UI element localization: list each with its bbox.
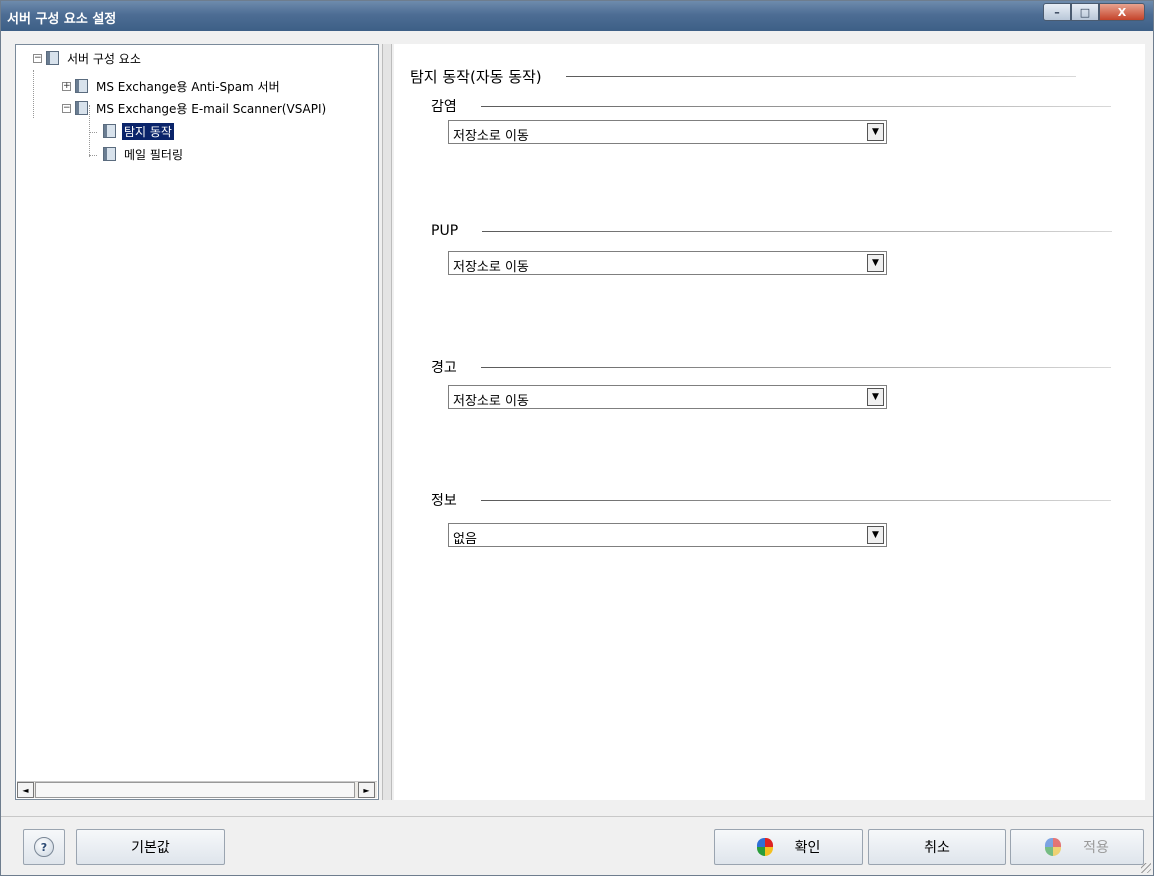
help-icon: ? — [34, 837, 54, 857]
group-label: 경고 — [431, 360, 457, 376]
group-divider — [480, 499, 1111, 501]
group-label: PUP — [431, 223, 459, 239]
settings-dialog: 서버 구성 요소 설정 – □ X − 서버 구성 요소 + MS Exchan… — [0, 0, 1154, 876]
cancel-button[interactable]: 취소 — [868, 829, 1006, 865]
close-icon: X — [1117, 5, 1127, 19]
section-divider — [565, 76, 1076, 77]
maximize-icon: □ — [1079, 5, 1091, 19]
group-label: 정보 — [431, 493, 457, 509]
component-icon — [103, 147, 116, 161]
component-icon — [103, 124, 116, 138]
tree-item-label: MS Exchange용 E-mail Scanner(VSAPI) — [96, 101, 327, 116]
group-header-infection: 감염 — [431, 96, 1111, 116]
tree-item-label: MS Exchange용 Anti-Spam 서버 — [96, 79, 280, 94]
tree-item-anti-spam[interactable]: + MS Exchange용 Anti-Spam 서버 — [62, 77, 282, 95]
tree-item-email-scanner[interactable]: − MS Exchange용 E-mail Scanner(VSAPI) — [62, 99, 328, 117]
scroll-left-button[interactable]: ◄ — [17, 782, 34, 798]
warning-action-dropdown[interactable]: 저장소로 이동 ▼ — [448, 385, 887, 409]
collapse-icon[interactable]: − — [33, 53, 42, 63]
scroll-right-button[interactable]: ► — [358, 782, 375, 798]
pup-action-dropdown[interactable]: 저장소로 이동 ▼ — [448, 251, 887, 275]
resize-grip-icon[interactable] — [1141, 863, 1151, 873]
ok-button[interactable]: 확인 — [714, 829, 863, 865]
footer-divider — [1, 816, 1153, 817]
button-label: 확인 — [794, 840, 821, 856]
button-label: 적용 — [1083, 840, 1109, 856]
button-label: 기본값 — [131, 840, 170, 856]
window-title: 서버 구성 요소 설정 — [7, 12, 117, 27]
component-tree-panel: − 서버 구성 요소 + MS Exchange용 Anti-Spam 서버 −… — [15, 44, 379, 800]
button-label: 취소 — [924, 840, 950, 856]
component-icon — [75, 79, 88, 93]
component-icon — [46, 51, 59, 65]
group-header-pup: PUP — [431, 223, 1113, 239]
chevron-down-icon[interactable]: ▼ — [867, 254, 884, 272]
tree-connector — [89, 132, 97, 133]
shield-icon — [1045, 838, 1062, 856]
tree-item-mail-filtering[interactable]: 메일 필터링 — [103, 145, 185, 163]
minimize-button[interactable]: – — [1043, 3, 1071, 21]
tree-item-label: 메일 필터링 — [124, 147, 184, 162]
minimize-icon: – — [1054, 5, 1060, 19]
close-button[interactable]: X — [1099, 3, 1145, 21]
default-button[interactable]: 기본값 — [76, 829, 225, 865]
chevron-down-icon[interactable]: ▼ — [867, 526, 884, 544]
group-divider — [480, 366, 1111, 368]
tree-connector — [89, 155, 97, 156]
group-header-warning: 경고 — [431, 357, 1111, 377]
group-divider — [480, 105, 1111, 107]
tree-item-server-components[interactable]: − 서버 구성 요소 — [33, 49, 143, 67]
help-button[interactable]: ? — [23, 829, 65, 865]
title-bar[interactable]: 서버 구성 요소 설정 – □ X — [1, 1, 1153, 31]
expand-icon[interactable]: + — [62, 81, 71, 91]
horizontal-scrollbar[interactable]: ◄ ► — [17, 781, 377, 798]
group-header-info: 정보 — [431, 490, 1111, 510]
tree-item-detection-actions[interactable]: 탐지 동작 — [103, 122, 174, 140]
shield-icon — [756, 838, 773, 856]
collapse-icon[interactable]: − — [62, 103, 71, 113]
arrow-right-icon: ► — [363, 785, 370, 795]
settings-panel: 탐지 동작(자동 동작) 감염 저장소로 이동 ▼ PUP 저장소로 이동 ▼ … — [394, 44, 1145, 800]
chevron-down-icon[interactable]: ▼ — [867, 388, 884, 406]
section-title: 탐지 동작(자동 동작) — [410, 68, 542, 86]
tree-item-label: 서버 구성 요소 — [67, 51, 141, 66]
scroll-thumb[interactable] — [35, 782, 355, 798]
infection-action-dropdown[interactable]: 저장소로 이동 ▼ — [448, 120, 887, 144]
group-divider — [482, 230, 1113, 232]
section-header: 탐지 동작(자동 동작) — [410, 66, 1076, 87]
info-action-dropdown[interactable]: 없음 ▼ — [448, 523, 887, 547]
dropdown-value: 저장소로 이동 — [453, 394, 529, 409]
dropdown-value: 없음 — [453, 532, 477, 547]
pane-splitter[interactable] — [382, 44, 392, 800]
dropdown-value: 저장소로 이동 — [453, 129, 529, 144]
arrow-left-icon: ◄ — [22, 785, 29, 795]
component-icon — [75, 101, 88, 115]
apply-button[interactable]: 적용 — [1010, 829, 1144, 865]
window-controls: – □ X — [1043, 3, 1145, 21]
tree-item-label: 탐지 동작 — [122, 122, 174, 140]
dropdown-value: 저장소로 이동 — [453, 260, 529, 275]
group-label: 감염 — [431, 99, 457, 115]
tree-connector — [33, 70, 34, 118]
chevron-down-icon[interactable]: ▼ — [867, 123, 884, 141]
maximize-button[interactable]: □ — [1071, 3, 1099, 21]
